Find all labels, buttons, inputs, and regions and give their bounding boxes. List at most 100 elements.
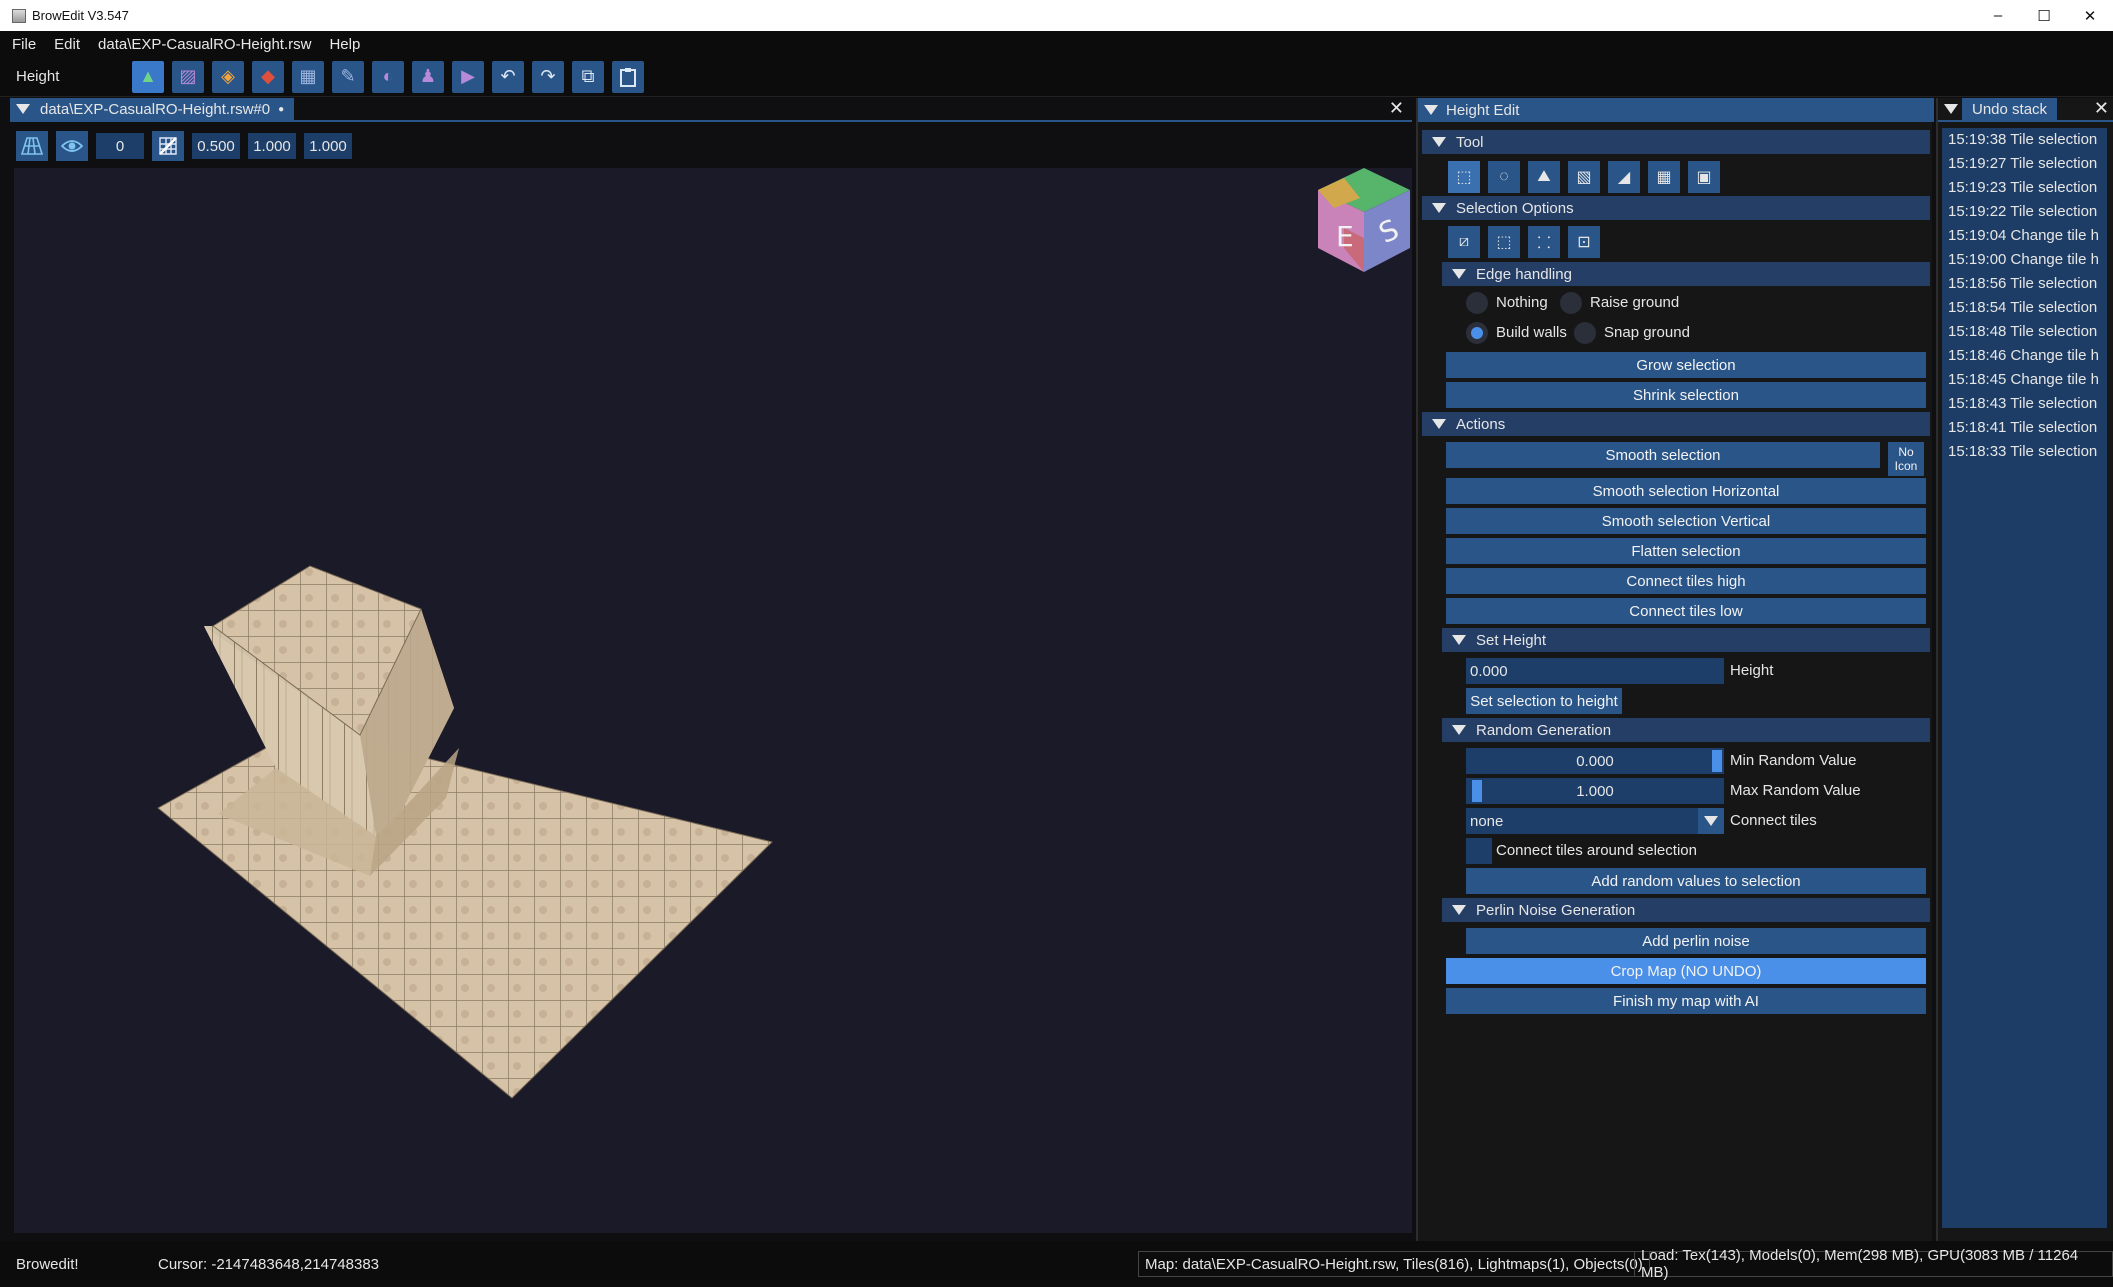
select-all-icon[interactable]: ⬚ [1488, 226, 1520, 258]
collapse-triangle-icon[interactable] [1424, 105, 1438, 115]
viewport-tab[interactable]: data\EXP-CasualRO-Height.rsw#0 ● [10, 98, 295, 120]
undo-item[interactable]: 15:19:27 Tile selection [1942, 152, 2107, 176]
paste-icon[interactable] [612, 60, 644, 93]
undo-item[interactable]: 15:18:43 Tile selection [1942, 392, 2107, 416]
undo-item[interactable]: 15:18:41 Tile selection [1942, 416, 2107, 440]
close-viewport-button[interactable]: ✕ [1389, 98, 1404, 119]
menu-recent-map[interactable]: data\EXP-CasualRO-Height.rsw [98, 36, 311, 53]
edge-nothing-radio[interactable] [1466, 292, 1488, 314]
edge-walls-radio[interactable] [1466, 322, 1488, 344]
smooth-vertical-button[interactable]: Smooth selection Vertical [1446, 508, 1926, 534]
finish-map-ai-button[interactable]: Finish my map with AI [1446, 988, 1926, 1014]
undo-item[interactable]: 15:18:45 Change tile h [1942, 368, 2107, 392]
edge-handling-header[interactable]: Edge handling [1442, 262, 1930, 286]
undo-item[interactable]: 15:18:48 Tile selection [1942, 320, 2107, 344]
snap-grid-icon[interactable] [152, 131, 184, 161]
undo-item[interactable]: 15:19:04 Change tile h [1942, 224, 2107, 248]
grid-size-field[interactable]: 0 [96, 133, 144, 159]
close-undo-panel-button[interactable]: ✕ [2094, 98, 2109, 119]
set-height-header[interactable]: Set Height [1442, 628, 1930, 652]
connect-tiles-select[interactable]: none [1466, 808, 1724, 834]
eye-icon[interactable] [56, 131, 88, 161]
image-tool-icon[interactable]: ▣ [1688, 161, 1720, 193]
crop-map-button[interactable]: Crop Map (NO UNDO) [1446, 958, 1926, 984]
camera-icon[interactable]: ▶ [452, 60, 484, 93]
select-none-icon[interactable]: ⧄ [1448, 226, 1480, 258]
undo-item[interactable]: 15:18:56 Tile selection [1942, 272, 2107, 296]
dropdown-arrow-icon[interactable] [1698, 808, 1724, 834]
connect-tiles-high-button[interactable]: Connect tiles high [1446, 568, 1926, 594]
smooth-no-icon-button[interactable]: No Icon [1888, 442, 1924, 476]
sprite-icon[interactable]: ♟ [412, 60, 444, 93]
map-viewport[interactable]: E S [14, 168, 1412, 1233]
actions-header[interactable]: Actions [1422, 412, 1930, 436]
terrain-render[interactable] [14, 168, 1412, 1233]
add-perlin-noise-button[interactable]: Add perlin noise [1466, 928, 1926, 954]
undo-list[interactable]: 15:19:38 Tile selection 15:19:27 Tile se… [1942, 128, 2107, 1228]
min-random-slider[interactable]: 0.000 [1466, 748, 1724, 774]
edge-raise-radio[interactable] [1560, 292, 1582, 314]
light-icon[interactable]: ◐ [372, 60, 404, 93]
max-random-slider[interactable]: 1.000 [1466, 778, 1724, 804]
undo-item[interactable]: 15:19:22 Tile selection [1942, 200, 2107, 224]
set-selection-to-height-button[interactable]: Set selection to height [1466, 688, 1622, 714]
copy-icon[interactable]: ⧉ [572, 60, 604, 93]
wall-mode-icon[interactable]: ◆ [252, 60, 284, 93]
wall-edit-icon[interactable]: ✎ [332, 60, 364, 93]
orientation-gizmo[interactable]: E S [1314, 168, 1414, 278]
menu-help[interactable]: Help [329, 36, 360, 53]
connect-around-checkbox[interactable] [1466, 838, 1492, 864]
snap-rotation-field[interactable]: 1.000 [304, 133, 352, 159]
select-center-icon[interactable]: ⊡ [1568, 226, 1600, 258]
undo-item[interactable]: 15:18:33 Tile selection [1942, 440, 2107, 464]
collapse-triangle-icon[interactable] [16, 104, 30, 114]
snap-step-field[interactable]: 1.000 [248, 133, 296, 159]
maximize-button[interactable]: ☐ [2021, 0, 2067, 31]
menu-edit[interactable]: Edit [54, 36, 80, 53]
rect-select-icon[interactable]: ⬚ [1448, 161, 1480, 193]
slope-tool-icon[interactable]: ▧ [1568, 161, 1600, 193]
texture-mode-icon[interactable]: ▨ [172, 60, 204, 93]
undo-item[interactable]: 15:19:38 Tile selection [1942, 128, 2107, 152]
add-random-values-button[interactable]: Add random values to selection [1466, 868, 1926, 894]
random-generation-header[interactable]: Random Generation [1442, 718, 1930, 742]
pattern-tool-icon[interactable]: ▦ [1648, 161, 1680, 193]
close-window-button[interactable]: ✕ [2067, 0, 2113, 31]
max-random-slider-handle[interactable] [1472, 780, 1482, 802]
lasso-select-icon[interactable]: ◌ [1488, 161, 1520, 193]
selection-options-header[interactable]: Selection Options [1422, 196, 1930, 220]
collapse-triangle-icon[interactable] [1944, 104, 1958, 114]
minimize-button[interactable]: – [1975, 0, 2021, 31]
select-corners-icon[interactable]: ⸬ [1528, 226, 1560, 258]
undo-item[interactable]: 15:19:23 Tile selection [1942, 176, 2107, 200]
height-brush-icon[interactable]: ⛰ [1528, 161, 1560, 193]
connect-tiles-low-button[interactable]: Connect tiles low [1446, 598, 1926, 624]
gat-mode-icon[interactable]: ▦ [292, 60, 324, 93]
grid-icon[interactable] [16, 131, 48, 161]
edge-snap-radio[interactable] [1574, 322, 1596, 344]
menu-file[interactable]: File [12, 36, 36, 53]
window-title: BrowEdit V3.547 [32, 8, 129, 23]
edge-nothing-label: Nothing [1496, 294, 1548, 311]
smooth-horizontal-button[interactable]: Smooth selection Horizontal [1446, 478, 1926, 504]
status-bar: Browedit! Cursor: -2147483648,214748383 … [0, 1241, 2113, 1287]
height-mode-icon[interactable]: ▲ [132, 60, 164, 93]
snap-offset-field[interactable]: 0.500 [192, 133, 240, 159]
perlin-noise-header[interactable]: Perlin Noise Generation [1442, 898, 1930, 922]
smooth-selection-button[interactable]: Smooth selection [1446, 442, 1880, 468]
menubar: File Edit data\EXP-CasualRO-Height.rsw H… [0, 31, 2113, 57]
object-mode-icon[interactable]: ◈ [212, 60, 244, 93]
flatten-selection-button[interactable]: Flatten selection [1446, 538, 1926, 564]
min-random-slider-handle[interactable] [1712, 750, 1722, 772]
undo-item[interactable]: 15:19:00 Change tile h [1942, 248, 2107, 272]
undo-stack-panel: Undo stack ✕ 15:19:38 Tile selection 15:… [1936, 98, 2113, 1241]
height-value-input[interactable]: 0.000 [1466, 658, 1724, 684]
ramp-tool-icon[interactable]: ◢ [1608, 161, 1640, 193]
tool-section-header[interactable]: Tool [1422, 130, 1930, 154]
undo-icon[interactable]: ↶ [492, 60, 524, 93]
grow-selection-button[interactable]: Grow selection [1446, 352, 1926, 378]
undo-item[interactable]: 15:18:46 Change tile h [1942, 344, 2107, 368]
shrink-selection-button[interactable]: Shrink selection [1446, 382, 1926, 408]
undo-item[interactable]: 15:18:54 Tile selection [1942, 296, 2107, 320]
redo-icon[interactable]: ↷ [532, 60, 564, 93]
